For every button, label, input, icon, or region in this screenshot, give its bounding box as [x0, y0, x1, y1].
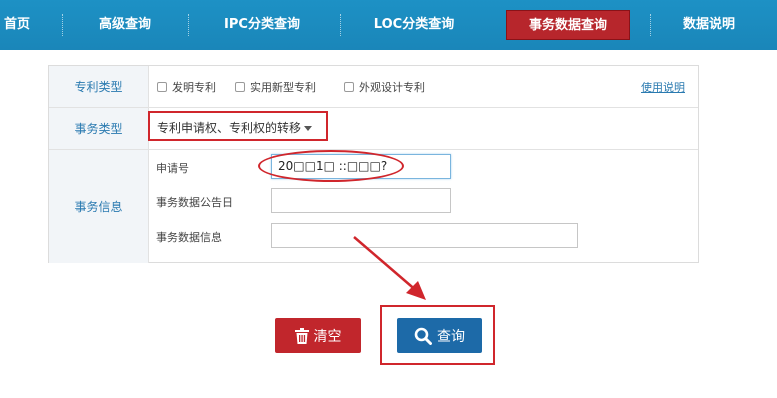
- search-button-label: 查询: [437, 328, 465, 345]
- clear-button-label: 清空: [313, 328, 342, 345]
- trash-icon: [294, 327, 309, 344]
- search-button[interactable]: 查询: [397, 318, 482, 353]
- annotation-arrow: [353, 236, 426, 300]
- magnifier-icon: [414, 327, 432, 345]
- clear-button[interactable]: 清空: [275, 318, 361, 353]
